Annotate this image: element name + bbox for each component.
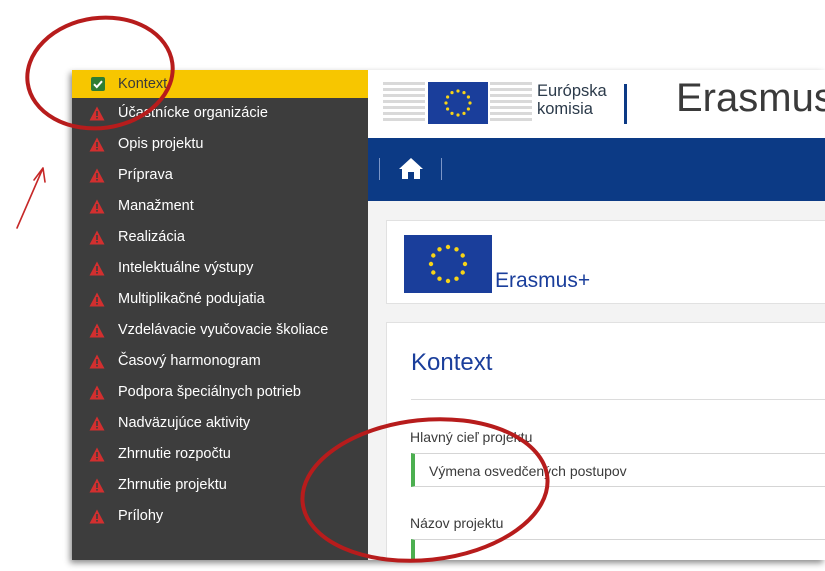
warning-icon (89, 478, 105, 493)
warning-icon (89, 168, 105, 183)
sidebar-item-zhrnutie-rozpoctu[interactable]: Zhrnutie rozpočtu (72, 439, 368, 470)
warning-icon (89, 447, 105, 462)
sidebar-item-opis-projektu[interactable]: Opis projektu (72, 129, 368, 160)
sidebar-item-priprava[interactable]: Príprava (72, 160, 368, 191)
sidebar-item-label: Zhrnutie rozpočtu (118, 446, 231, 462)
top-nav (368, 138, 825, 201)
sidebar-item-manazment[interactable]: Manažment (72, 191, 368, 222)
main-objective-field[interactable]: Výmena osvedčených postupov (411, 453, 825, 487)
commission-name: Európska komisia (537, 82, 607, 118)
form-panel: Kontext Hlavný cieľ projektu Výmena osve… (386, 322, 825, 560)
eu-flag-logo (404, 235, 492, 293)
sidebar-item-label: Účastnícke organizácie (118, 105, 268, 121)
sidebar-item-label: Časový harmonogram (118, 353, 261, 369)
screenshot-frame: Kontext Účastnícke organizácie Opis proj… (72, 70, 825, 560)
app-title: Erasmus (676, 76, 825, 120)
sidebar-item-label: Manažment (118, 198, 194, 214)
brand-panel: Erasmus+ (386, 220, 825, 304)
sidebar-item-label: Multiplikačné podujatia (118, 291, 265, 307)
sidebar-item-label: Opis projektu (118, 136, 204, 152)
annotation-arrow (16, 167, 46, 229)
warning-icon (89, 323, 105, 338)
sidebar-item-label: Intelektuálne výstupy (118, 260, 254, 276)
sidebar-item-label: Realizácia (118, 229, 185, 245)
sidebar-item-label: Nadväzujúce aktivity (118, 415, 251, 431)
divider (411, 399, 825, 400)
sidebar-item-label: Príprava (118, 167, 173, 183)
sidebar-item-podpora-specialnych-potrieb[interactable]: Podpora špeciálnych potrieb (72, 377, 368, 408)
warning-icon (89, 509, 105, 524)
header: Európska komisia Erasmus (368, 70, 825, 138)
header-decoration (383, 82, 425, 124)
field-label: Hlavný cieľ projektu (410, 429, 533, 445)
nav-divider (379, 158, 380, 180)
sidebar-item-realizacia[interactable]: Realizácia (72, 222, 368, 253)
field-value: Výmena osvedčených postupov (429, 463, 627, 479)
sidebar-item-intelektualne-vystupy[interactable]: Intelektuálne výstupy (72, 253, 368, 284)
warning-icon (89, 106, 105, 121)
warning-icon (89, 137, 105, 152)
warning-icon (89, 261, 105, 276)
nav-divider (441, 158, 442, 180)
sidebar-item-multiplikacne-podujatia[interactable]: Multiplikačné podujatia (72, 284, 368, 315)
sidebar-item-label: Prílohy (118, 508, 164, 524)
sidebar: Kontext Účastnícke organizácie Opis proj… (72, 70, 368, 560)
brand-title: Erasmus+ (495, 269, 591, 292)
logo-divider (624, 84, 627, 124)
project-title-field[interactable] (411, 539, 825, 560)
sidebar-item-label: Kontext (118, 76, 168, 92)
warning-icon (89, 354, 105, 369)
sidebar-item-prilohy[interactable]: Prílohy (72, 501, 368, 532)
warning-icon (89, 230, 105, 245)
warning-icon (89, 385, 105, 400)
sidebar-item-label: Podpora špeciálnych potrieb (118, 384, 301, 400)
sidebar-item-kontext[interactable]: Kontext (72, 70, 368, 98)
sidebar-item-casovy-harmonogram[interactable]: Časový harmonogram (72, 346, 368, 377)
sidebar-item-label: Zhrnutie projektu (118, 477, 227, 493)
field-label: Názov projektu (410, 515, 504, 531)
warning-icon (89, 292, 105, 307)
sidebar-item-ucastnicke-organizacie[interactable]: Účastnícke organizácie (72, 98, 368, 129)
sidebar-item-label: Vzdelávacie vyučovacie školiace (118, 322, 329, 338)
sidebar-item-zhrnutie-projektu[interactable]: Zhrnutie projektu (72, 470, 368, 501)
sidebar-item-nadvazujuce-aktivity[interactable]: Nadväzujúce aktivity (72, 408, 368, 439)
header-decoration (490, 82, 532, 124)
warning-icon (89, 199, 105, 214)
sidebar-item-vzdelavacie-aktivity[interactable]: Vzdelávacie vyučovacie školiace (72, 315, 368, 346)
warning-icon (89, 416, 105, 431)
home-icon[interactable] (398, 156, 424, 180)
section-title: Kontext (411, 349, 493, 376)
check-icon (91, 77, 105, 91)
eu-flag-logo (428, 82, 488, 124)
